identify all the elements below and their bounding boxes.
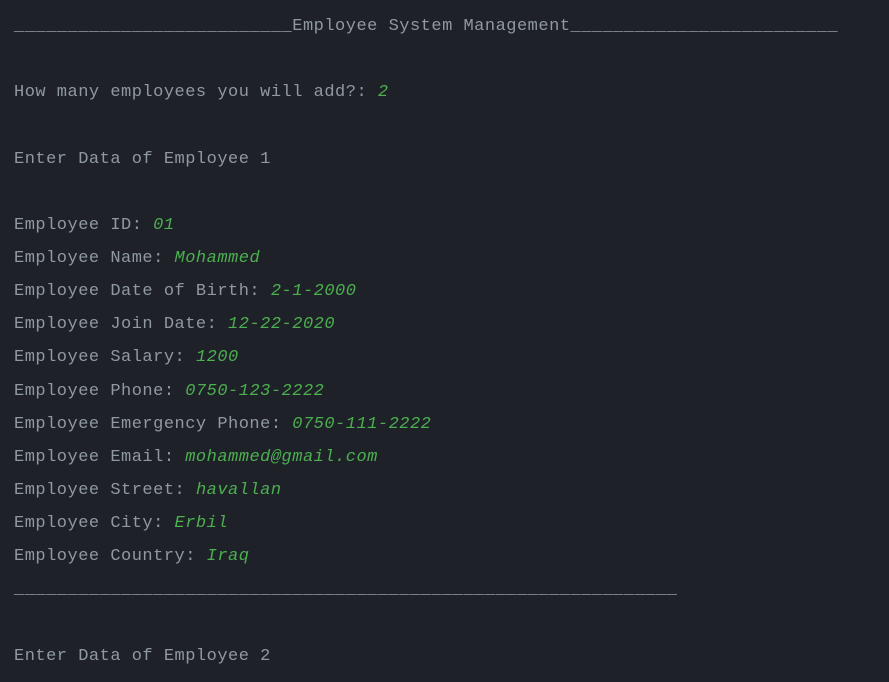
employee-salary-label: Employee Salary:	[14, 348, 196, 367]
blank-line	[14, 176, 875, 209]
employee-join-value[interactable]: 12-22-2020	[228, 315, 335, 334]
employee-dob-label: Employee Date of Birth:	[14, 282, 271, 301]
employee-salary-row: Employee Salary: 1200	[14, 341, 875, 374]
employee-country-row: Employee Country: Iraq	[14, 540, 875, 573]
header-title: Employee System Management	[292, 17, 570, 36]
employee-phone-label: Employee Phone:	[14, 382, 185, 401]
employee-country-value[interactable]: Iraq	[207, 547, 250, 566]
employee-count-prompt: How many employees you will add?: 2	[14, 76, 875, 109]
blank-line	[14, 109, 875, 142]
employee-id-label: Employee ID:	[14, 216, 153, 235]
employee-street-label: Employee Street:	[14, 481, 196, 500]
employee-dob-row: Employee Date of Birth: 2-1-2000	[14, 275, 875, 308]
header-line: __________________________Employee Syste…	[14, 10, 875, 43]
employee-street-value[interactable]: havallan	[196, 481, 282, 500]
employee-emergency-label: Employee Emergency Phone:	[14, 415, 292, 434]
employee-city-value[interactable]: Erbil	[175, 514, 229, 533]
employee-email-row: Employee Email: mohammed@gmail.com	[14, 441, 875, 474]
dashes-right: _________________________	[571, 17, 839, 36]
employee-email-value[interactable]: mohammed@gmail.com	[185, 448, 378, 467]
employee-email-label: Employee Email:	[14, 448, 185, 467]
employee-country-label: Employee Country:	[14, 547, 207, 566]
employee-name-value[interactable]: Mohammed	[175, 249, 261, 268]
employee-emergency-row: Employee Emergency Phone: 0750-111-2222	[14, 408, 875, 441]
employee-phone-value[interactable]: 0750-123-2222	[185, 382, 324, 401]
employee-emergency-value[interactable]: 0750-111-2222	[292, 415, 431, 434]
divider-line: ________________________________________…	[14, 573, 875, 606]
dashes-left: __________________________	[14, 17, 292, 36]
employee-phone-row: Employee Phone: 0750-123-2222	[14, 375, 875, 408]
section-title-2: Enter Data of Employee 2	[14, 640, 875, 673]
employee-id-value[interactable]: 01	[153, 216, 174, 235]
section-title-1: Enter Data of Employee 1	[14, 143, 875, 176]
prompt-label: How many employees you will add?:	[14, 83, 378, 102]
employee-name-row: Employee Name: Mohammed	[14, 242, 875, 275]
employee-street-row: Employee Street: havallan	[14, 474, 875, 507]
prompt-value[interactable]: 2	[378, 83, 389, 102]
employee-name-label: Employee Name:	[14, 249, 175, 268]
employee-join-label: Employee Join Date:	[14, 315, 228, 334]
employee-salary-value[interactable]: 1200	[196, 348, 239, 367]
employee-city-label: Employee City:	[14, 514, 175, 533]
employee-city-row: Employee City: Erbil	[14, 507, 875, 540]
employee-id-row: Employee ID: 01	[14, 209, 875, 242]
employee-dob-value[interactable]: 2-1-2000	[271, 282, 357, 301]
blank-line	[14, 607, 875, 640]
employee-join-row: Employee Join Date: 12-22-2020	[14, 308, 875, 341]
blank-line	[14, 43, 875, 76]
